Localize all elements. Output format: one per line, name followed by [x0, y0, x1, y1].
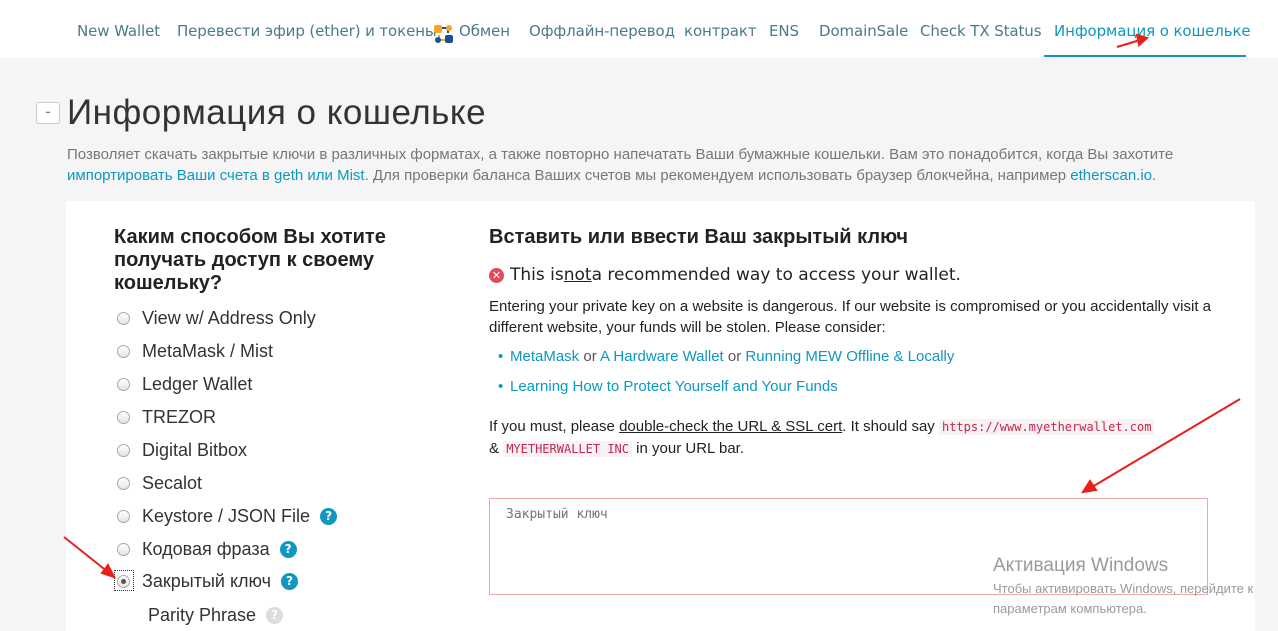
option-private-key[interactable]: Закрытый ключ ? [117, 569, 299, 593]
expected-url: https://www.myetherwallet.com [938, 419, 1155, 435]
option-label: Parity Phrase [148, 604, 257, 625]
option-trezor[interactable]: TREZOR [117, 405, 216, 429]
nav-item-domainsale[interactable]: DomainSale [819, 22, 908, 40]
option-digital-bitbox[interactable]: Digital Bitbox [117, 438, 247, 462]
radio-button[interactable] [117, 311, 130, 325]
page-description: Позволяет скачать закрытые ключи в разли… [67, 146, 1174, 184]
nav-item-swap[interactable]: Обмен [459, 22, 510, 40]
windows-activation-text: Чтобы активировать Windows, перейдите кп… [993, 581, 1254, 616]
option-label: TREZOR [142, 406, 216, 427]
swap-icon[interactable] [433, 23, 455, 45]
option-mnemonic[interactable]: Кодовая фраза ? [117, 537, 297, 561]
radio-button-checked[interactable] [117, 574, 130, 588]
metamask-link[interactable]: MetaMask [510, 348, 579, 365]
nav-item-view-wallet[interactable]: Информация о кошельке [1054, 22, 1251, 40]
error-icon: ✕ [489, 267, 504, 283]
hardware-wallet-link[interactable]: A Hardware Wallet [600, 348, 724, 365]
help-icon[interactable]: ? [281, 572, 299, 590]
option-metamask[interactable]: MetaMask / Mist [117, 339, 273, 363]
nav-item-check-tx[interactable]: Check TX Status [920, 22, 1042, 40]
radio-button[interactable] [117, 344, 130, 358]
radio-button[interactable] [117, 509, 130, 523]
offline-link[interactable]: Running MEW Offline & Locally [745, 348, 954, 365]
option-label: Digital Bitbox [142, 439, 248, 460]
radio-button[interactable] [117, 377, 130, 391]
option-label: MetaMask / Mist [142, 340, 274, 361]
nav-item-ens[interactable]: ENS [769, 22, 799, 40]
top-nav: New Wallet Перевести эфир (ether) и токе… [0, 0, 1278, 58]
option-label: View w/ Address Only [142, 307, 316, 328]
collapse-button[interactable]: - [36, 102, 60, 124]
help-icon[interactable]: ? [279, 540, 297, 558]
help-icon[interactable]: ? [266, 606, 284, 624]
access-method-title: Каким способом Вы хотите получать доступ… [114, 226, 386, 294]
ssl-check-link[interactable]: double-check the URL & SSL cert [619, 418, 842, 435]
nav-item-send[interactable]: Перевести эфир (ether) и токены [177, 22, 437, 40]
nav-item-new-wallet[interactable]: New Wallet [77, 22, 160, 40]
list-item: Learning How to Protect Yourself and You… [498, 378, 838, 395]
option-ledger[interactable]: Ledger Wallet [117, 372, 252, 396]
page-title: Информация о кошельке [67, 93, 487, 132]
option-keystore[interactable]: Keystore / JSON File ? [117, 504, 338, 528]
option-label: Закрытый ключ [142, 570, 272, 591]
windows-activation-title: Активация Windows [993, 555, 1169, 576]
protect-yourself-link[interactable]: Learning How to Protect Yourself and You… [510, 378, 838, 395]
option-address-only[interactable]: View w/ Address Only [117, 306, 316, 330]
option-label: Secalot [142, 472, 203, 493]
nav-item-contracts[interactable]: контракт [684, 22, 757, 40]
danger-text: Entering your private key on a website i… [489, 298, 1212, 336]
option-label: Кодовая фраза [142, 538, 270, 559]
expected-cert: MYETHERWALLET INC [503, 441, 633, 457]
private-key-title: Вставить или ввести Ваш закрытый ключ [489, 226, 909, 248]
radio-button[interactable] [117, 443, 130, 457]
ssl-check-text: If you must, please double-check the URL… [489, 416, 1249, 460]
nav-active-underline [1044, 55, 1246, 57]
option-parity-phrase[interactable]: Parity Phrase ? [148, 603, 284, 627]
radio-button[interactable] [117, 476, 130, 490]
list-item: MetaMask or A Hardware Wallet or Running… [498, 348, 954, 365]
option-label: Ledger Wallet [142, 373, 253, 394]
radio-button[interactable] [117, 410, 130, 424]
radio-button[interactable] [117, 542, 130, 556]
nav-item-offline[interactable]: Оффлайн-перевод [529, 22, 675, 40]
option-label: Keystore / JSON File [142, 505, 311, 526]
etherscan-link[interactable]: etherscan.io [1070, 167, 1152, 184]
warning-line: ✕ This is not a recommended way to acces… [489, 265, 961, 285]
option-secalot[interactable]: Secalot [117, 471, 202, 495]
geth-mist-link[interactable]: импортировать Ваши счета в geth или Mist [67, 167, 365, 184]
help-icon[interactable]: ? [320, 507, 338, 525]
